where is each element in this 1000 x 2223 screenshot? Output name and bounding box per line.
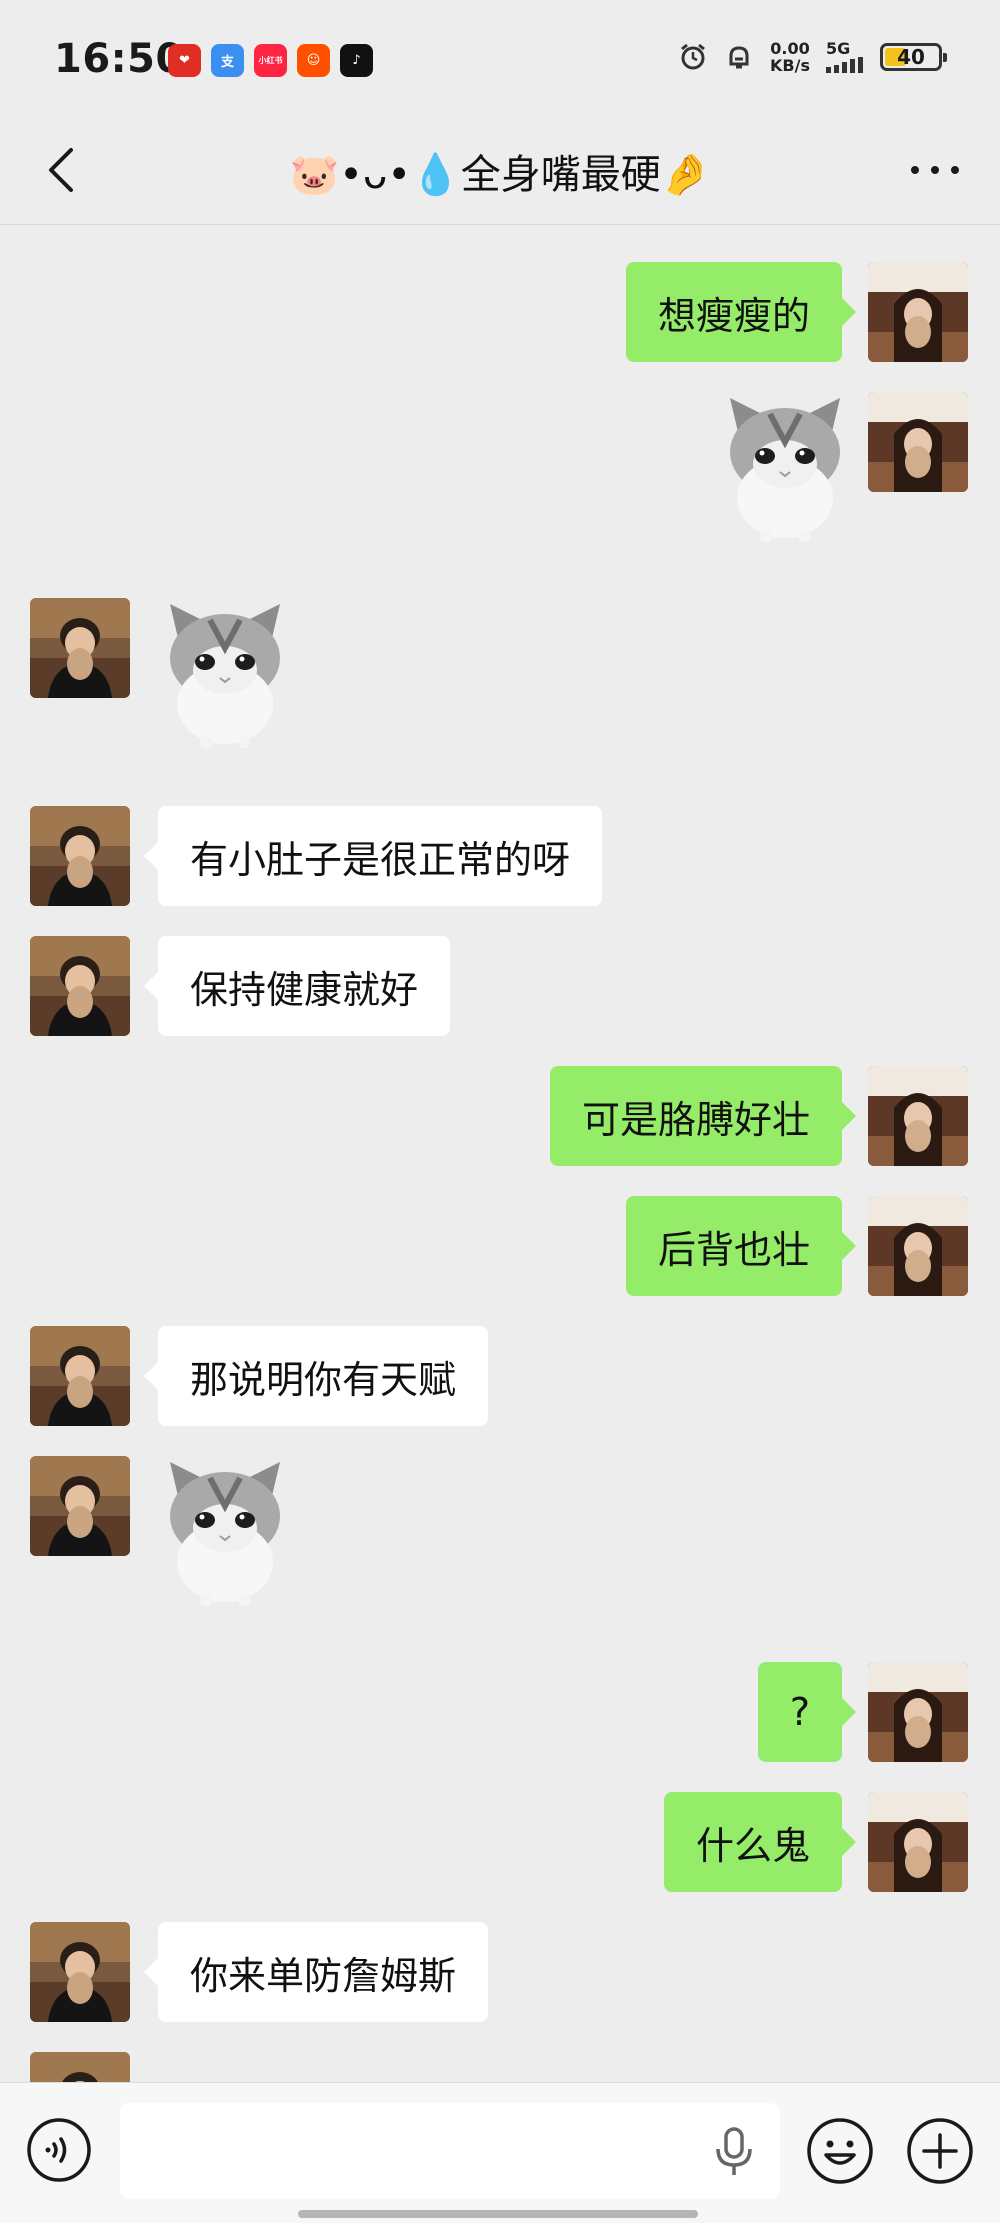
contact-avatar[interactable] (30, 598, 130, 698)
home-indicator[interactable] (298, 2210, 698, 2218)
contact-avatar[interactable] (30, 2052, 130, 2082)
microphone-icon[interactable] (712, 2127, 756, 2177)
douyin-icon: ♪ (340, 44, 373, 77)
my-avatar[interactable] (868, 1196, 968, 1296)
mute-bell-icon (729, 46, 749, 69)
network-type: 5G (826, 39, 851, 58)
more-actions-plus-button[interactable] (906, 2117, 974, 2185)
my-avatar[interactable] (868, 392, 968, 492)
battery-tip (943, 53, 947, 62)
taobao-icon: ☺ (297, 44, 330, 77)
alipay-icon: 支 (211, 44, 244, 77)
message-row-partial (0, 2052, 1000, 2082)
contact-avatar[interactable] (30, 1326, 130, 1426)
more-dots-icon (911, 166, 959, 174)
net-speed-unit: KB/s (770, 56, 810, 75)
contact-avatar[interactable] (30, 806, 130, 906)
alarm-icon (681, 43, 705, 70)
my-avatar[interactable] (868, 262, 968, 362)
more-options-button[interactable] (900, 140, 970, 200)
my-avatar[interactable] (868, 1792, 968, 1892)
pinduoduo-icon: ❤ (168, 44, 201, 77)
message-input[interactable] (120, 2103, 780, 2199)
header-divider (0, 224, 1000, 225)
back-button[interactable] (30, 140, 90, 200)
signal-bars-icon (826, 57, 863, 73)
voice-mode-button[interactable] (26, 2117, 92, 2183)
received-message-bubble[interactable]: 那说明你有天赋 (143, 1326, 489, 1426)
sent-message-bubble[interactable]: 可是胳膊好壮 (549, 1066, 857, 1166)
chat-title: 🐷•ᴗ•💧全身嘴最硬🤌 (289, 152, 711, 198)
net-speed-value: 0.00 (770, 39, 810, 58)
my-avatar[interactable] (868, 1662, 968, 1762)
sent-message-bubble[interactable]: 后背也壮 (625, 1196, 857, 1296)
chat-input-bar (0, 2082, 1000, 2223)
xiaohongshu-icon: 小红书 (254, 44, 287, 77)
emoji-button[interactable] (806, 2117, 874, 2185)
cell-signal: 5G (826, 41, 864, 73)
contact-avatar[interactable] (30, 1456, 130, 1556)
my-avatar[interactable] (868, 1066, 968, 1166)
received-message-bubble[interactable]: 你来单防詹姆斯 (143, 1922, 489, 2022)
battery-level: 40 (897, 45, 925, 69)
contact-avatar[interactable] (30, 1922, 130, 2022)
status-bar: 16:50 ❤ 支 小红书 ☺ ♪ 0.00 KB/s 5G 40 (0, 0, 1000, 120)
chevron-left-icon (49, 148, 73, 192)
chat-header: 🐷•ᴗ•💧全身嘴最硬🤌 (0, 120, 1000, 224)
received-message-bubble[interactable]: 有小肚子是很正常的呀 (143, 806, 603, 906)
sent-message-bubble[interactable]: 想瘦瘦的 (625, 262, 857, 362)
status-indicators: 0.00 KB/s 5G 40 (678, 40, 947, 74)
status-time: 16:50 (54, 36, 184, 82)
sent-message-bubble[interactable]: 什么鬼 (663, 1792, 857, 1892)
cat-sticker[interactable] (160, 1456, 290, 1606)
battery-icon: 40 (880, 43, 947, 71)
sent-message-bubble[interactable]: ? (757, 1662, 857, 1762)
contact-avatar[interactable] (30, 936, 130, 1036)
notification-app-icons: ❤ 支 小红书 ☺ ♪ (168, 44, 373, 77)
cat-sticker[interactable] (720, 392, 850, 542)
cat-sticker[interactable] (160, 598, 290, 748)
network-speed: 0.00 KB/s (770, 40, 810, 74)
received-message-bubble[interactable]: 保持健康就好 (143, 936, 451, 1036)
